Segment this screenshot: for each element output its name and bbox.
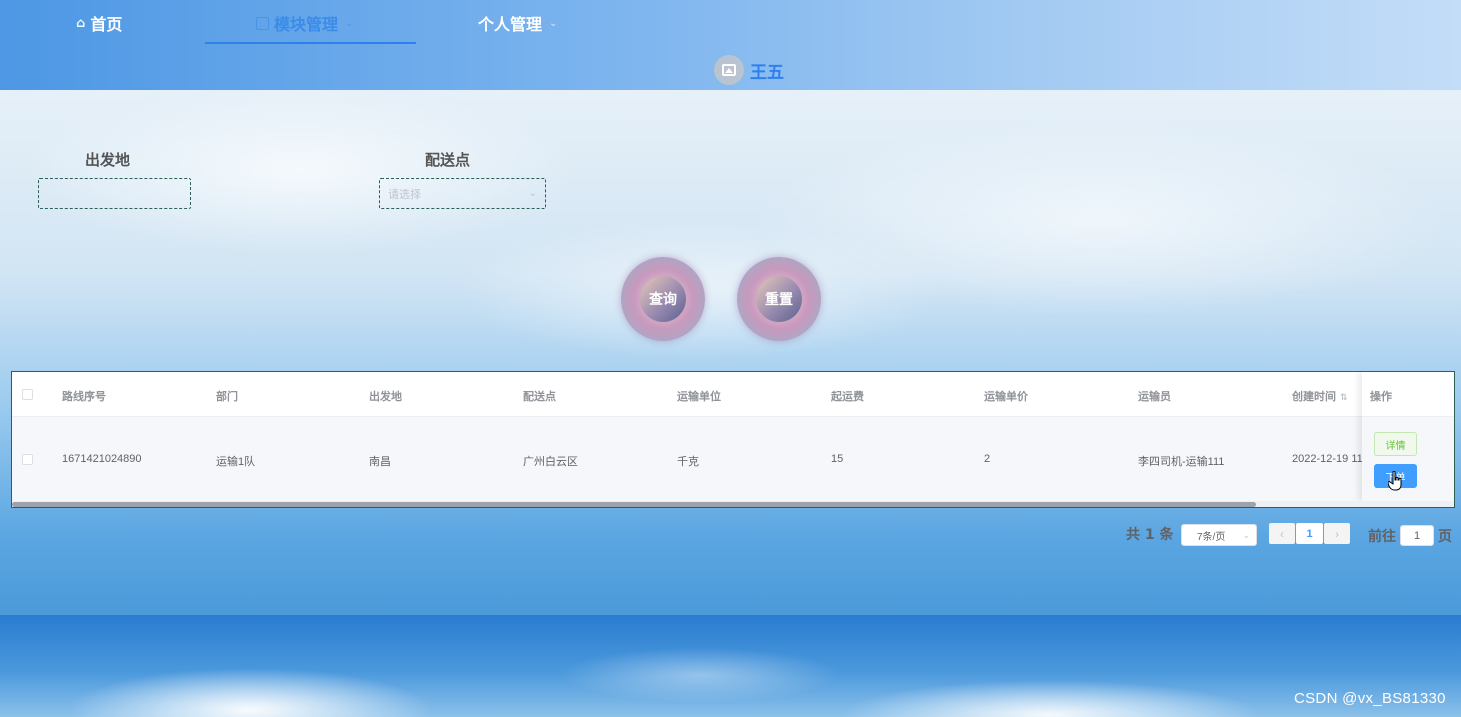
hand-cursor-icon	[1388, 471, 1402, 491]
header-created-time[interactable]: 创建时间 ⇅	[1292, 388, 1348, 404]
scrollbar-thumb[interactable]	[12, 502, 1256, 507]
header-route-no: 路线序号	[62, 391, 106, 403]
cell-department: 运输1队	[216, 456, 256, 468]
query-button-label: 查询	[640, 276, 686, 322]
chevron-down-icon: ⌄	[1242, 529, 1250, 540]
avatar	[714, 55, 744, 85]
page-suffix: 页	[1438, 529, 1452, 545]
header-created-time-label: 创建时间	[1292, 391, 1336, 403]
header-delivery-point: 配送点	[523, 391, 556, 403]
header-base-fee: 起运费	[831, 391, 864, 403]
actions-cell: 详情 下单	[1362, 417, 1454, 501]
cell-transport-unit: 千克	[677, 456, 699, 468]
nav-item-personal-label: 个人管理	[478, 15, 543, 34]
query-button[interactable]: 查询	[621, 257, 705, 341]
horizontal-scrollbar[interactable]	[12, 501, 1454, 507]
cell-unit-price: 2	[984, 453, 991, 465]
page-size-select[interactable]: 7条/页 ⌄	[1181, 524, 1257, 546]
top-nav: ⌂ 首页 模块管理 ⌄ 个人管理 ⌄ 王五	[0, 0, 1461, 90]
reset-button-label: 重置	[756, 276, 802, 322]
cell-created-time: 2022-12-19 11	[1292, 453, 1363, 465]
cell-delivery-point: 广州白云区	[523, 456, 578, 468]
chevron-down-icon: ⌄	[528, 188, 537, 199]
active-tab-underline	[205, 42, 416, 44]
table-row: 1671421024890 运输1队 南昌 广州白云区 千克 15 2 李四司机…	[12, 417, 1454, 501]
chevron-down-icon: ⌄	[345, 17, 354, 29]
user-menu[interactable]: 王五	[714, 55, 784, 85]
pagination-total: 共 1 条	[1126, 527, 1174, 543]
select-all-checkbox[interactable]	[22, 389, 33, 400]
goto-label: 前往	[1368, 529, 1396, 545]
header-unit-price: 运输单价	[984, 391, 1028, 403]
header-actions: 操作	[1370, 391, 1392, 403]
actions-header: 操作	[1362, 372, 1454, 417]
reset-button[interactable]: 重置	[737, 257, 821, 341]
home-icon: ⌂	[76, 15, 86, 31]
delivery-select-placeholder: 请选择	[388, 188, 421, 201]
next-page-button[interactable]: ›	[1324, 523, 1350, 544]
user-name: 王五	[750, 62, 784, 83]
footer-background	[0, 615, 1461, 717]
goto-page-input[interactable]: 1	[1400, 525, 1434, 546]
nav-item-personal-management[interactable]: 个人管理 ⌄	[478, 10, 557, 36]
nav-item-home-label: 首页	[90, 15, 123, 34]
sort-icon[interactable]: ⇅	[1340, 392, 1348, 403]
image-icon	[722, 64, 736, 76]
cell-route-no: 1671421024890	[62, 453, 142, 465]
cell-transporter: 李四司机-运输111	[1138, 456, 1225, 468]
origin-input[interactable]	[38, 178, 191, 209]
detail-button[interactable]: 详情	[1374, 432, 1417, 456]
chevron-down-icon: ⌄	[549, 17, 558, 29]
actions-column: 操作 详情 下单	[1362, 372, 1454, 501]
delivery-label: 配送点	[425, 151, 471, 169]
nav-item-home[interactable]: ⌂ 首页	[76, 10, 122, 36]
watermark: CSDN @vx_BS81330	[1294, 690, 1446, 707]
header-department: 部门	[216, 391, 238, 403]
cell-origin: 南昌	[369, 456, 391, 468]
nav-item-module-label: 模块管理	[274, 15, 339, 34]
page-size-value: 7条/页	[1197, 531, 1226, 543]
prev-page-button[interactable]: ‹	[1269, 523, 1295, 544]
delivery-select[interactable]: 请选择 ⌄	[379, 178, 546, 209]
page-number-current[interactable]: 1	[1296, 523, 1323, 544]
nav-item-module-management[interactable]: 模块管理 ⌄	[256, 10, 353, 36]
table-header: 路线序号 部门 出发地 配送点 运输单位 起运费 运输单价 运输员 创建时间 ⇅	[12, 372, 1454, 417]
cell-base-fee: 15	[831, 453, 844, 465]
header-transporter: 运输员	[1138, 391, 1171, 403]
route-table: 路线序号 部门 出发地 配送点 运输单位 起运费 运输单价 运输员 创建时间 ⇅ …	[11, 371, 1455, 508]
header-origin: 出发地	[369, 391, 402, 403]
origin-label: 出发地	[85, 151, 131, 169]
row-checkbox[interactable]	[22, 454, 33, 465]
module-icon	[256, 16, 269, 30]
header-transport-unit: 运输单位	[677, 391, 721, 403]
